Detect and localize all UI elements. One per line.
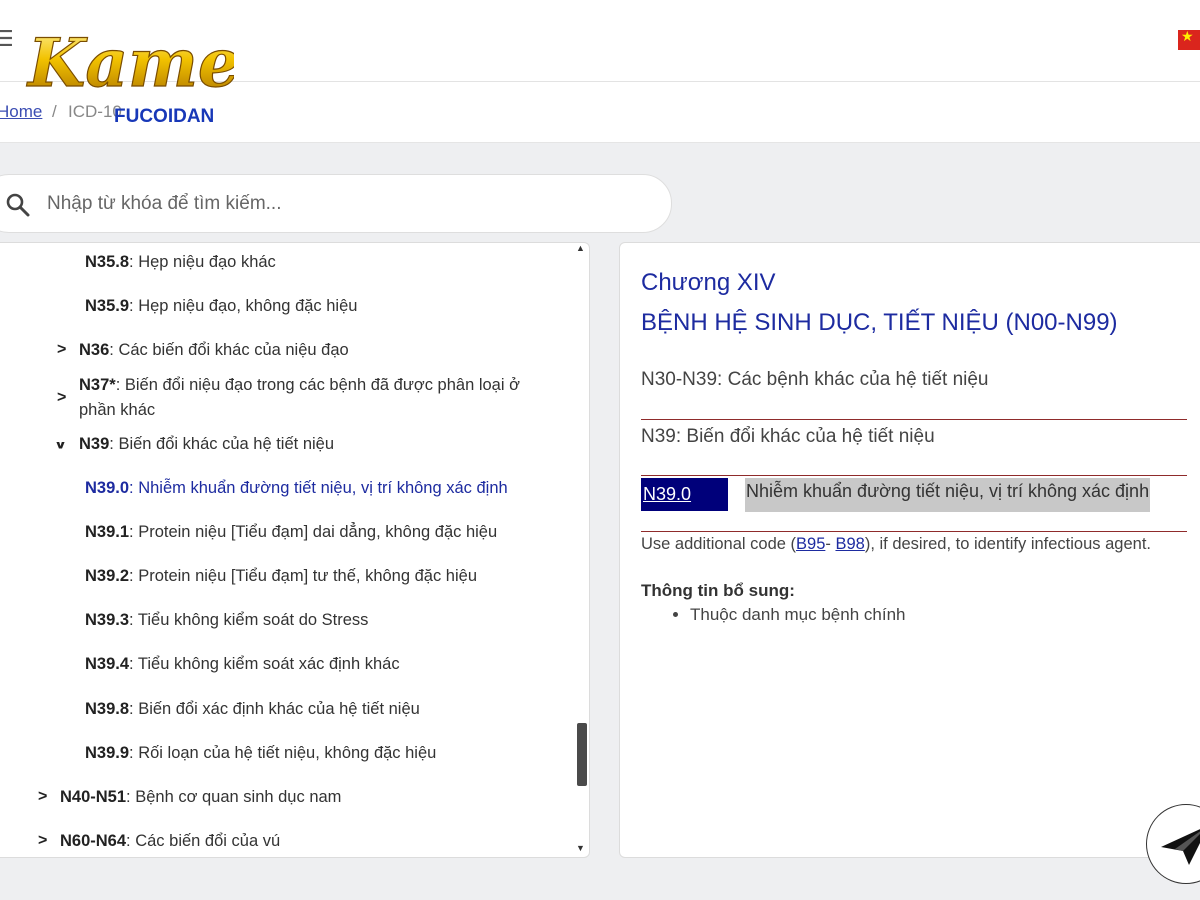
menu-icon[interactable]: ☰ — [0, 28, 14, 50]
chevron-right-icon[interactable]: > — [38, 788, 47, 806]
code-description: Nhiễm khuẩn đường tiết niệu, vị trí khôn… — [745, 478, 1151, 512]
tree-item-n40-n51[interactable]: N40-N51: Bệnh cơ quan sinh dục nam — [60, 785, 341, 810]
chevron-down-icon[interactable]: ∨ — [54, 438, 67, 452]
svg-text:FUCOIDAN: FUCOIDAN — [114, 106, 214, 127]
chevron-right-icon[interactable]: > — [38, 832, 47, 850]
scrollbar-thumb[interactable] — [577, 723, 587, 786]
vietnam-flag-icon[interactable]: ★ — [1178, 28, 1200, 50]
chevron-right-icon[interactable]: > — [57, 389, 66, 407]
paper-plane-icon — [1161, 829, 1200, 865]
code-link-b95[interactable]: B95 — [796, 535, 825, 553]
tree-item-n39[interactable]: N39: Biến đổi khác của hệ tiết niệu — [79, 432, 334, 457]
tree-item-n37[interactable]: N37*: Biến đổi niệu đạo trong các bệnh đ… — [79, 373, 559, 423]
divider — [641, 419, 1187, 420]
tree-item-n39-8[interactable]: N39.8: Biến đổi xác định khác của hệ tiế… — [85, 697, 420, 722]
code-link-b98[interactable]: B98 — [835, 535, 864, 553]
code-detail-panel: Chương XIV BỆNH HỆ SINH DỤC, TIẾT NIỆU (… — [619, 242, 1200, 858]
tree-item-n39-0[interactable]: N39.0: Nhiễm khuẩn đường tiết niệu, vị t… — [85, 476, 508, 501]
tree-item-n39-1[interactable]: N39.1: Protein niệu [Tiểu đạm] dai dẳng,… — [85, 520, 497, 545]
extra-info-title: Thông tin bổ sung: — [641, 581, 795, 600]
chapter-title: BỆNH HỆ SINH DỤC, TIẾT NIỆU (N00-N99) — [641, 309, 1118, 336]
kame-fucoidan-logo[interactable]: Kame FUCOIDAN — [24, 14, 234, 129]
divider — [641, 475, 1187, 476]
code-badge[interactable]: N39.0 — [641, 478, 728, 511]
tree-item-n39-3[interactable]: N39.3: Tiểu không kiểm soát do Stress — [85, 608, 368, 633]
tree-item-n39-2[interactable]: N39.2: Protein niệu [Tiểu đạm] tư thế, k… — [85, 564, 477, 589]
search-icon[interactable] — [5, 192, 31, 218]
tree-item-n60-n64[interactable]: N60-N64: Các biến đổi của vú — [60, 829, 280, 854]
usage-note: Use additional code (B95- B98), if desir… — [641, 535, 1151, 553]
list-item: Thuộc danh mục bệnh chính — [690, 605, 905, 625]
divider — [641, 531, 1187, 532]
extra-info-list: Thuộc danh mục bệnh chính — [670, 605, 905, 625]
icd-tree-panel: N35.8: Hẹp niệu đạo khác N35.9: Hẹp niệu… — [0, 242, 590, 858]
tree-item-n39-4[interactable]: N39.4: Tiểu không kiểm soát xác định khá… — [85, 652, 400, 677]
search-bar — [0, 174, 672, 233]
code-link[interactable]: N39.0 — [643, 484, 691, 505]
tree-item-n39-9[interactable]: N39.9: Rối loạn của hệ tiết niệu, không … — [85, 741, 436, 766]
svg-text:Kame: Kame — [26, 24, 234, 102]
tree-item-n36[interactable]: N36: Các biến đổi khác của niệu đạo — [79, 338, 349, 363]
group-heading: N30-N39: Các bệnh khác của hệ tiết niệu — [641, 369, 989, 390]
subgroup-heading: N39: Biến đổi khác của hệ tiết niệu — [641, 426, 935, 447]
chapter-label: Chương XIV — [641, 269, 776, 296]
chevron-right-icon[interactable]: > — [57, 341, 66, 359]
scroll-up-arrow-icon[interactable]: ▲ — [576, 243, 585, 253]
scroll-down-arrow-icon[interactable]: ▼ — [576, 843, 585, 853]
search-input[interactable] — [45, 187, 649, 221]
tree-item-n35-8[interactable]: N35.8: Hẹp niệu đạo khác — [85, 250, 276, 275]
tree-item-n35-9[interactable]: N35.9: Hẹp niệu đạo, không đặc hiệu — [85, 294, 357, 319]
